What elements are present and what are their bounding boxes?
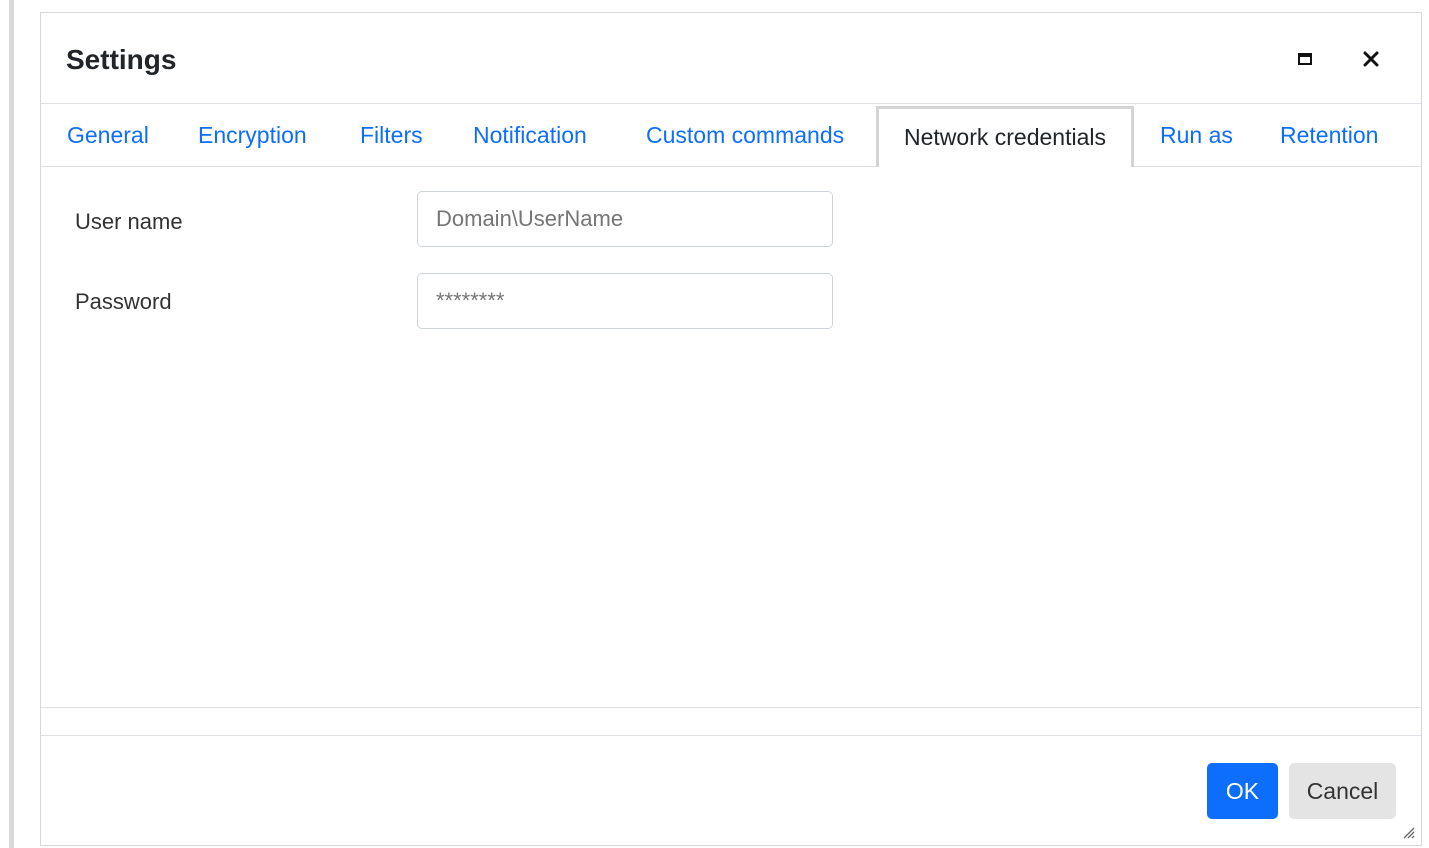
user-name-label: User name xyxy=(75,209,183,234)
tab-custom-commands[interactable]: Custom commands xyxy=(646,104,844,166)
tab-general[interactable]: General xyxy=(67,104,149,166)
maximize-button[interactable] xyxy=(1289,43,1321,75)
close-icon xyxy=(1363,51,1379,67)
resize-grip-icon[interactable] xyxy=(1401,825,1415,839)
content-footer-divider xyxy=(41,708,1421,736)
maximize-icon xyxy=(1298,53,1312,65)
tab-notification[interactable]: Notification xyxy=(473,104,587,166)
password-label: Password xyxy=(75,289,172,314)
tab-network-credentials[interactable]: Network credentials xyxy=(876,106,1134,167)
cancel-button[interactable]: Cancel xyxy=(1289,763,1396,819)
password-input[interactable] xyxy=(417,273,833,329)
close-button[interactable] xyxy=(1355,43,1387,75)
page-left-border xyxy=(9,0,14,848)
dialog-title: Settings xyxy=(66,44,177,75)
tab-encryption[interactable]: Encryption xyxy=(198,104,307,166)
tab-run-as[interactable]: Run as xyxy=(1160,104,1233,166)
tab-retention[interactable]: Retention xyxy=(1280,104,1378,166)
dialog-header: Settings xyxy=(41,13,1421,104)
ok-button[interactable]: OK xyxy=(1207,763,1278,819)
settings-dialog: Settings General Encryption Filters Noti… xyxy=(40,12,1422,846)
network-credentials-panel: User name Password xyxy=(41,167,1421,708)
tab-bar: General Encryption Filters Notification … xyxy=(41,104,1421,167)
tab-filters[interactable]: Filters xyxy=(360,104,423,166)
user-name-input[interactable] xyxy=(417,191,833,247)
